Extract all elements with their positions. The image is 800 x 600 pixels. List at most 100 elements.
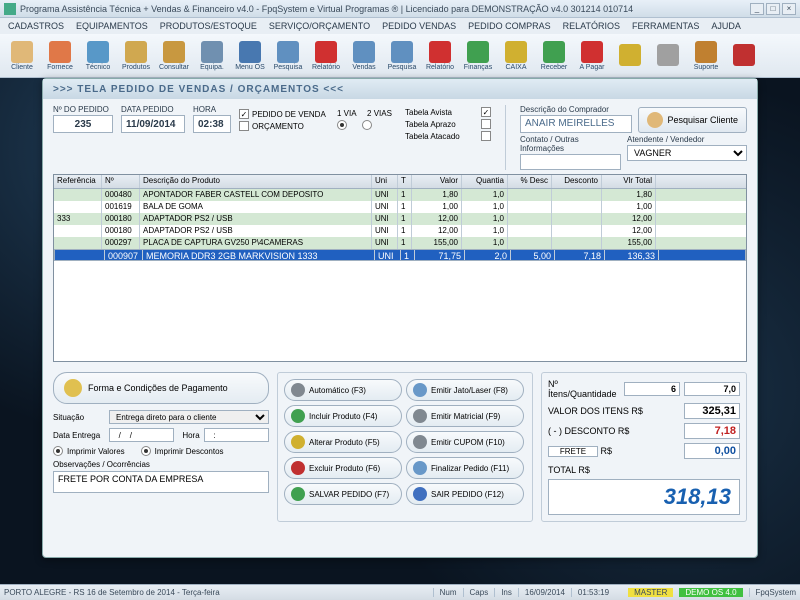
action-button[interactable]: Excluir Produto (F6) (284, 457, 402, 479)
menu-produtos/estoque[interactable]: PRODUTOS/ESTOQUE (160, 21, 257, 31)
tb-menu os[interactable]: Menu OS (232, 36, 268, 75)
menu-ajuda[interactable]: AJUDA (711, 21, 741, 31)
chk-venda[interactable]: ✓ (239, 109, 249, 119)
col-header[interactable]: T (398, 175, 412, 188)
menu-equipamentos[interactable]: EQUIPAMENTOS (76, 21, 148, 31)
maximize-button[interactable]: □ (766, 3, 780, 15)
toolbar-icon (695, 41, 717, 63)
action-button[interactable]: Emitir Matricial (F9) (406, 405, 524, 427)
frete-input[interactable] (548, 446, 598, 457)
order-date[interactable]: 11/09/2014 (121, 115, 185, 133)
buyer-name[interactable]: ANAIR MEIRELLES (520, 115, 632, 133)
col-header[interactable]: Quantia (462, 175, 508, 188)
minimize-button[interactable]: _ (750, 3, 764, 15)
payment-button[interactable]: Forma e Condições de Pagamento (53, 372, 269, 404)
tb-cliente[interactable]: Cliente (4, 36, 40, 75)
action-button[interactable]: Emitir Jato/Laser (F8) (406, 379, 524, 401)
radio-2vias[interactable] (362, 120, 372, 130)
tb-consultar[interactable]: Consultar (156, 36, 192, 75)
tb-equipa.[interactable]: Equipa. (194, 36, 230, 75)
close-button[interactable]: × (782, 3, 796, 15)
action-button[interactable]: SALVAR PEDIDO (F7) (284, 483, 402, 505)
situacao-select[interactable]: Entrega direto para o cliente (109, 410, 269, 424)
col-header[interactable]: Descrição do Produto (140, 175, 372, 188)
toolbar-icon (733, 44, 755, 66)
action-button[interactable]: Alterar Produto (F5) (284, 431, 402, 453)
table-row[interactable]: 000180ADAPTADOR PS2 / USBUNI112,001,012,… (54, 225, 746, 237)
col-header[interactable]: % Desc (508, 175, 552, 188)
tb-fornece[interactable]: Fornece (42, 36, 78, 75)
chk-orcamento[interactable] (239, 121, 249, 131)
toolbar-icon (391, 41, 413, 63)
tb-relatório[interactable]: Relatório (308, 36, 344, 75)
vendor-select[interactable]: VAGNER (627, 145, 747, 161)
tb-vendas[interactable]: Vendas (346, 36, 382, 75)
coins-icon (64, 379, 82, 397)
action-button[interactable]: Automático (F3) (284, 379, 402, 401)
tb-btn[interactable] (650, 36, 686, 75)
order-time-label: HORA (193, 105, 231, 114)
action-icon (291, 461, 305, 475)
radio-imprimir-valores[interactable] (53, 446, 63, 456)
menu-relatórios[interactable]: RELATÓRIOS (563, 21, 620, 31)
toolbar-icon (581, 41, 603, 63)
col-header[interactable]: Vlr Total (602, 175, 656, 188)
table-row[interactable]: 333000180ADAPTADOR PS2 / USBUNI112,001,0… (54, 213, 746, 225)
toolbar-icon (429, 41, 451, 63)
tb-finanças[interactable]: Finanças (460, 36, 496, 75)
tb-caixa[interactable]: CAIXA (498, 36, 534, 75)
action-button[interactable]: Incluir Produto (F4) (284, 405, 402, 427)
radio-imprimir-descontos[interactable] (141, 446, 151, 456)
order-time[interactable]: 02:38 (193, 115, 231, 133)
chk-avista[interactable]: ✓ (481, 107, 491, 117)
order-panel: >>> TELA PEDIDO DE VENDAS / ORÇAMENTOS <… (42, 78, 758, 558)
chk-atacado[interactable] (481, 131, 491, 141)
action-button[interactable]: Emitir CUPOM (F10) (406, 431, 524, 453)
col-header[interactable]: Valor (412, 175, 462, 188)
contact-input[interactable] (520, 154, 621, 170)
action-button[interactable]: SAIR PEDIDO (F12) (406, 483, 524, 505)
toolbar-icon (315, 41, 337, 63)
obs-text[interactable]: FRETE POR CONTA DA EMPRESA (53, 471, 269, 493)
table-row[interactable]: 000297PLACA DE CAPTURA GV250 P\4CAMERASU… (54, 237, 746, 249)
tb-btn[interactable] (612, 36, 648, 75)
toolbar-icon (505, 41, 527, 63)
order-num: 235 (53, 115, 113, 133)
table-row[interactable]: 000907MEMORIA DDR3 2GB MARKVISION 1333UN… (54, 249, 746, 261)
toolbar-icon (543, 41, 565, 63)
delivery-date[interactable] (109, 428, 174, 442)
radio-1via[interactable] (337, 120, 347, 130)
tb-suporte[interactable]: Suporte (688, 36, 724, 75)
menu-pedido compras[interactable]: PEDIDO COMPRAS (468, 21, 551, 31)
action-icon (413, 461, 427, 475)
table-row[interactable]: 001619BALA DE GOMAUNI11,001,01,00 (54, 201, 746, 213)
tb-a pagar[interactable]: A Pagar (574, 36, 610, 75)
col-header[interactable]: Referência (54, 175, 102, 188)
menu-serviço/orçamento[interactable]: SERVIÇO/ORÇAMENTO (269, 21, 370, 31)
menu-cadastros[interactable]: CADASTROS (8, 21, 64, 31)
tb-btn[interactable] (726, 36, 762, 75)
toolbar-icon (657, 44, 679, 66)
action-panel: Automático (F3)Emitir Jato/Laser (F8)Inc… (277, 372, 533, 522)
col-header[interactable]: Desconto (552, 175, 602, 188)
search-client-button[interactable]: Pesquisar Cliente (638, 107, 747, 133)
toolbar-icon (619, 44, 641, 66)
tb-produtos[interactable]: Produtos (118, 36, 154, 75)
chk-aprazo[interactable] (481, 119, 491, 129)
tb-relatório[interactable]: Relatório (422, 36, 458, 75)
action-button[interactable]: Finalizar Pedido (F11) (406, 457, 524, 479)
table-row[interactable]: 000480APONTADOR FABER CASTELL COM DEPOSI… (54, 189, 746, 201)
tb-pesquisa[interactable]: Pesquisa (384, 36, 420, 75)
frete-value: 0,00 (684, 443, 740, 459)
delivery-time[interactable] (204, 428, 269, 442)
status-demo: DEMO OS 4.0 (679, 588, 742, 597)
tb-receber[interactable]: Receber (536, 36, 572, 75)
tb-técnico[interactable]: Técnico (80, 36, 116, 75)
product-grid[interactable]: ReferênciaNºDescrição do ProdutoUniTValo… (53, 174, 747, 362)
col-header[interactable]: Uni (372, 175, 398, 188)
tb-pesquisa[interactable]: Pesquisa (270, 36, 306, 75)
menu-pedido vendas[interactable]: PEDIDO VENDAS (382, 21, 456, 31)
col-header[interactable]: Nº (102, 175, 140, 188)
menu-ferramentas[interactable]: FERRAMENTAS (632, 21, 699, 31)
titlebar: Programa Assistência Técnica + Vendas & … (0, 0, 800, 18)
